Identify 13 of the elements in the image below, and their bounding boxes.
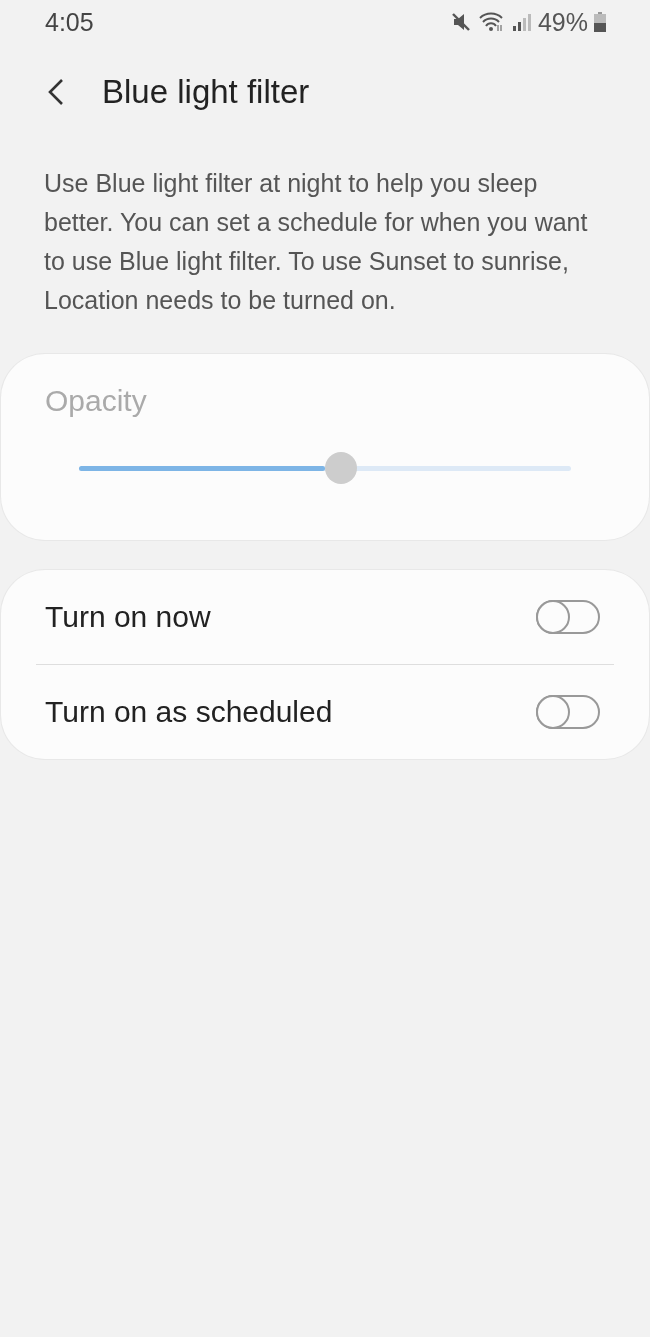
mute-icon [449, 11, 472, 33]
status-time: 4:05 [45, 7, 94, 37]
switch-label: Turn on as scheduled [45, 695, 333, 729]
toggle-switch[interactable] [536, 695, 600, 729]
page-title: Blue light filter [102, 73, 310, 111]
battery-icon [594, 12, 606, 32]
description-text: Use Blue light filter at night to help you sleep better. You can set a schedule for when you want to use Blue light filter. To use Sunset to sunrise, Location needs to be turned on. [44, 168, 588, 316]
toggle-switch[interactable] [536, 600, 600, 634]
signal-icon [511, 12, 532, 32]
opacity-label: Opacity [45, 384, 148, 418]
switch-label: Turn on now [45, 600, 211, 634]
back-icon[interactable] [46, 77, 66, 107]
battery-percent: 49% [537, 7, 588, 37]
